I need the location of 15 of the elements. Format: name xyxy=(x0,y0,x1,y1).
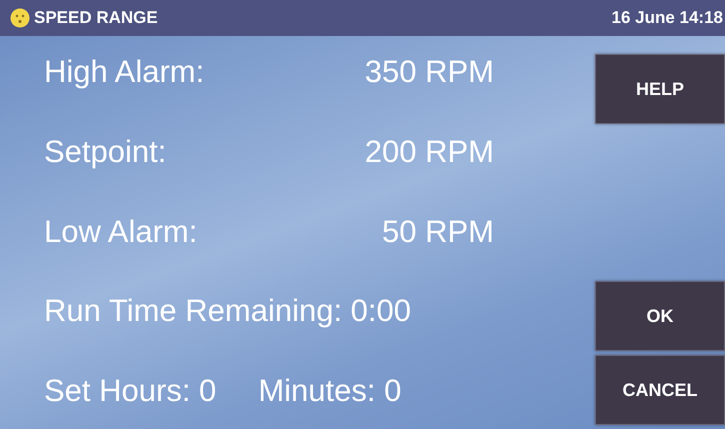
screen-button[interactable]: HELP xyxy=(595,54,725,124)
date-time: 16 June 14:18 xyxy=(611,7,723,30)
screen-button[interactable]: OK xyxy=(595,281,725,351)
smiley-icon xyxy=(10,8,30,28)
setting-label: High Alarm: xyxy=(44,53,206,91)
screen-button[interactable]: CANCEL xyxy=(595,355,725,425)
screen-title: SPEED RANGE xyxy=(34,7,158,30)
setting-value: 50 RPM xyxy=(381,212,494,250)
setting-value: 350 RPM xyxy=(364,53,494,91)
setting-value: 200 RPM xyxy=(364,132,494,171)
set-time-text: Set Hours: 0 xyxy=(44,372,216,410)
set-time-text: Minutes: 0 xyxy=(258,372,402,410)
run-time-text: Run Time Remaining: 0:00 xyxy=(44,292,412,330)
setting-label: Low Alarm: xyxy=(44,212,198,250)
setting-label: Setpoint: xyxy=(44,132,168,171)
